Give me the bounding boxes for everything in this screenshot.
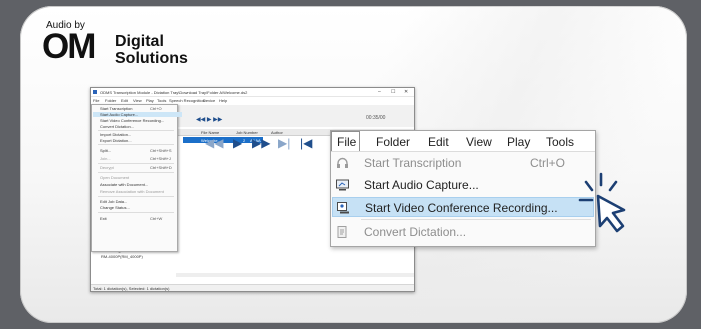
- menu-play[interactable]: Play: [146, 98, 154, 103]
- zoomed-item-start-transcription[interactable]: Start Transcription Ctrl+O: [332, 153, 594, 173]
- zoomed-menu-tools[interactable]: Tools: [546, 135, 574, 149]
- menu-item-start-video-conference[interactable]: Start Video Conference Recording...: [100, 118, 164, 123]
- menu-item-start-audio-capture[interactable]: Start Audio Capture...: [93, 112, 182, 117]
- zoomed-menubar: File Folder Edit View Play Tools: [331, 131, 595, 152]
- headphones-icon: [337, 157, 348, 168]
- menu-help[interactable]: Help: [219, 98, 227, 103]
- window-title: ODMS Transcription Module - Dictation Tr…: [100, 90, 248, 95]
- zoomed-file-menu: File Folder Edit View Play Tools Start T…: [330, 130, 596, 247]
- zoomed-item-start-audio-capture[interactable]: Start Audio Capture...: [332, 175, 594, 195]
- zoomed-menu-file[interactable]: File: [331, 131, 360, 151]
- window-menubar: File Folder Edit View Play Tools Speech …: [91, 97, 414, 104]
- menu-view[interactable]: View: [133, 98, 142, 103]
- window-titlebar: ODMS Transcription Module - Dictation Tr…: [91, 88, 414, 97]
- tree-device[interactable]: RM-4000P(RM_4000P): [101, 254, 143, 259]
- menu-item-change-status[interactable]: Change Status...: [100, 205, 130, 210]
- menu-item-remove-association[interactable]: Remove Association with Document: [100, 189, 164, 194]
- menu-folder[interactable]: Folder: [105, 98, 116, 103]
- skip-next-icon[interactable]: ▶|: [278, 136, 290, 150]
- audio-capture-icon: [336, 179, 349, 191]
- rewind-icon[interactable]: ◀◀: [205, 136, 223, 150]
- menu-item-decrypt[interactable]: Decrypt Ctrl+Shift+D: [100, 165, 172, 170]
- zoomed-menu-folder[interactable]: Folder: [376, 135, 410, 149]
- menu-item-import-dictation[interactable]: Import Dictation...: [100, 132, 131, 137]
- minimize-button[interactable]: –: [378, 89, 381, 95]
- convert-icon: [337, 226, 347, 238]
- hand-cursor-icon: [578, 172, 626, 233]
- menu-item-split[interactable]: Split... Ctrl+Shift+S: [100, 148, 172, 153]
- time-readout: 00:35/00: [366, 115, 386, 121]
- menu-item-start-transcription[interactable]: Start Transcription Ctrl+O: [100, 106, 162, 111]
- play-icon[interactable]: ▶: [233, 136, 242, 150]
- app-icon: [93, 90, 97, 94]
- device-tree: Device Manager RM-4000P(RM_4000P): [91, 248, 176, 288]
- file-menu-dropdown: Start Transcription Ctrl+O Start Audio Ca…: [91, 104, 182, 252]
- menu-tools[interactable]: Tools: [157, 98, 166, 103]
- menu-item-join[interactable]: Join... Ctrl+Shift+J: [100, 156, 171, 161]
- menu-item-open-document[interactable]: Open Document: [100, 175, 129, 180]
- menu-separator: [98, 172, 174, 173]
- menu-separator: [361, 219, 591, 220]
- brand-digital: Digital: [115, 33, 164, 50]
- menu-edit[interactable]: Edit: [121, 98, 128, 103]
- menu-separator: [98, 212, 174, 213]
- video-conference-icon: [337, 202, 349, 214]
- horizontal-scrollbar[interactable]: [176, 273, 414, 277]
- menu-item-convert-dictation[interactable]: Convert Dictation...: [100, 124, 134, 129]
- zoomed-menu-edit[interactable]: Edit: [428, 135, 449, 149]
- maximize-button[interactable]: ☐: [391, 89, 395, 95]
- menu-separator: [98, 196, 174, 197]
- menu-file[interactable]: File: [93, 98, 99, 103]
- menu-separator: [98, 144, 174, 145]
- brand-solutions: Solutions: [115, 50, 188, 67]
- index-icon[interactable]: |◀: [300, 136, 312, 150]
- zoomed-toolbar: ◀◀ ▶ ▶▶ ▶| |◀: [200, 120, 330, 160]
- brand-om-logo: OM: [42, 27, 96, 66]
- zoomed-menu-play[interactable]: Play: [507, 135, 530, 149]
- fast-forward-icon[interactable]: ▶▶: [252, 136, 270, 150]
- menu-speech-recognition[interactable]: Speech Recognition: [169, 98, 205, 103]
- status-bar: Total: 1 dictation(s), Selected: 1 dicta…: [91, 284, 414, 291]
- menu-item-associate-document[interactable]: Associate with Document...: [100, 182, 148, 187]
- menu-separator: [98, 130, 174, 131]
- zoomed-item-convert-dictation[interactable]: Convert Dictation...: [332, 222, 594, 242]
- menu-item-exit[interactable]: Exit Ctrl+W: [100, 216, 162, 221]
- menu-item-edit-job-data[interactable]: Edit Job Data...: [100, 199, 127, 204]
- menu-device[interactable]: Device: [203, 98, 215, 103]
- status-text: Total: 1 dictation(s), Selected: 1 dicta…: [93, 286, 170, 291]
- zoomed-item-start-video-conference[interactable]: Start Video Conference Recording...: [332, 197, 594, 217]
- zoomed-menu-view[interactable]: View: [466, 135, 492, 149]
- menu-item-export-dictation[interactable]: Export Dictation...: [100, 138, 132, 143]
- menu-separator: [98, 163, 174, 164]
- close-button[interactable]: ✕: [404, 89, 408, 95]
- slide-card: Audio by OM Digital Solutions ODMS Trans…: [20, 6, 687, 323]
